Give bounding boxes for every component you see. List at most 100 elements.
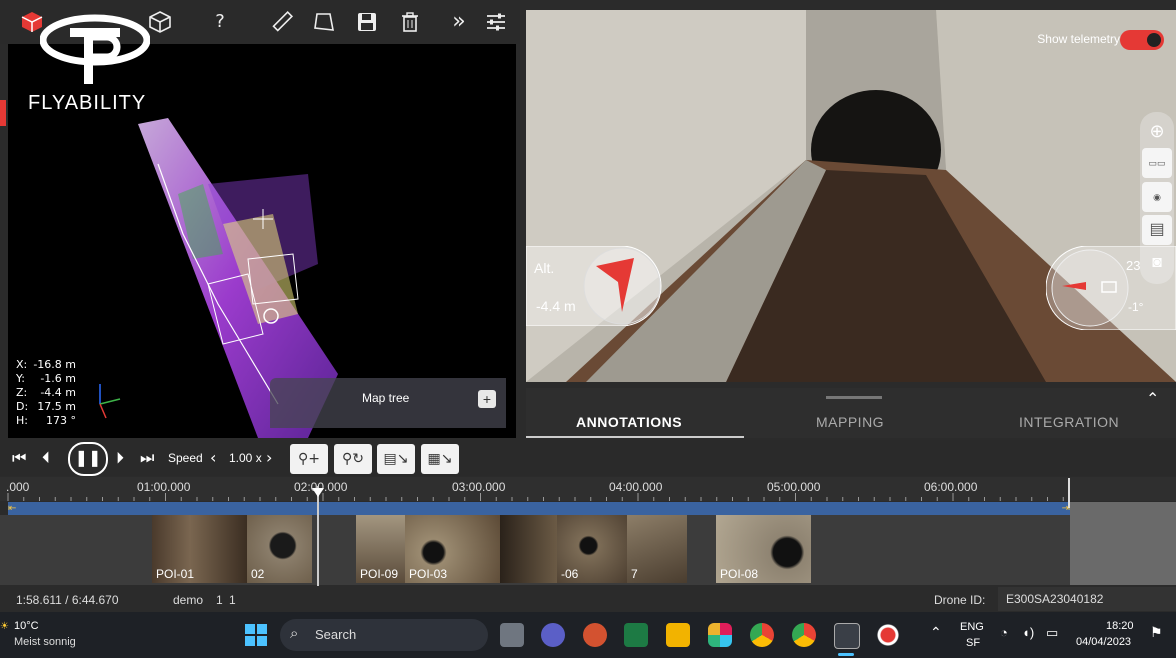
telemetry-toggle[interactable] bbox=[1120, 30, 1164, 50]
export-grid-button[interactable]: ▦↘ bbox=[421, 444, 459, 474]
step-back-icon[interactable]: ⏴ bbox=[42, 448, 50, 468]
poi-thumbnail[interactable]: 02 bbox=[247, 515, 312, 583]
poi-label: POI-03 bbox=[409, 567, 448, 581]
map-tree-panel[interactable]: Map tree + bbox=[270, 378, 506, 428]
tick-marks bbox=[7, 493, 1064, 501]
weather-temperature[interactable]: 10°C bbox=[14, 620, 39, 632]
taskbar-search-box[interactable]: ⌕ Search bbox=[280, 619, 488, 651]
teams-icon[interactable] bbox=[541, 623, 565, 647]
volume-icon[interactable]: ◖) bbox=[1022, 625, 1034, 640]
coord-x-value: -16.8 m bbox=[33, 358, 76, 371]
drone-id-value: E300SA23040182 bbox=[998, 587, 1176, 611]
speed-decrease-icon[interactable]: ‹ bbox=[210, 448, 216, 468]
session-name: demo bbox=[173, 593, 204, 607]
tab-mapping[interactable]: MAPPING bbox=[816, 414, 884, 430]
pause-button[interactable]: ❚❚ bbox=[68, 442, 108, 476]
record-icon[interactable] bbox=[876, 623, 900, 647]
polygon-measure-icon[interactable] bbox=[312, 10, 336, 34]
heading-value: 23 bbox=[1126, 258, 1141, 273]
show-telemetry-label: Show telemetry bbox=[1037, 32, 1120, 46]
tick-label: 05:00.000 bbox=[767, 480, 821, 494]
poi-thumbnail[interactable]: POI-08 bbox=[716, 515, 811, 583]
poi-label: POI-01 bbox=[156, 567, 195, 581]
coord-h-value: 173 ° bbox=[46, 414, 76, 427]
clock-time[interactable]: 18:20 bbox=[1106, 620, 1134, 632]
timeline-end-line bbox=[1068, 478, 1070, 508]
side-marker bbox=[0, 100, 6, 126]
weather-condition[interactable]: Meist sonnig bbox=[14, 636, 76, 648]
powerpoint-icon[interactable] bbox=[583, 623, 607, 647]
track-start-marker-icon[interactable]: ⇤ bbox=[8, 503, 16, 514]
search-placeholder: Search bbox=[315, 627, 357, 642]
skip-end-icon[interactable]: ⏭ bbox=[140, 448, 154, 468]
bottom-panel-tabs: ⌃ ANNOTATIONS MAPPING INTEGRATION bbox=[526, 388, 1176, 438]
rgb-mode-icon[interactable]: ◉ bbox=[1142, 182, 1172, 212]
notification-icon[interactable]: ⚑ bbox=[1150, 624, 1163, 641]
speed-value: 1.00 x bbox=[229, 451, 262, 465]
playback-time: 1:58.611 / 6:44.670 bbox=[16, 593, 119, 607]
drag-handle[interactable] bbox=[826, 396, 882, 399]
windows-start-icon[interactable] bbox=[244, 623, 268, 652]
poi-thumbnail[interactable]: POI-09 bbox=[356, 515, 406, 583]
poi-thumbnail[interactable]: POI-03 bbox=[405, 515, 500, 583]
poi-thumbnail-strip: POI-01 02 POI-09 POI-03 -06 7 POI-08 bbox=[0, 515, 1070, 585]
sliders-icon[interactable] bbox=[484, 10, 508, 34]
chrome-icon[interactable] bbox=[750, 623, 774, 647]
battery-icon[interactable]: ▭ bbox=[1046, 625, 1058, 641]
session-count-1: 1 bbox=[216, 593, 223, 607]
inspector-app-icon[interactable] bbox=[834, 623, 860, 649]
task-view-icon[interactable] bbox=[500, 623, 524, 647]
tick-label: 06:00.000 bbox=[924, 480, 978, 494]
ir-mode-icon[interactable]: ▭▭ bbox=[1142, 148, 1172, 178]
tab-integration[interactable]: INTEGRATION bbox=[1019, 414, 1119, 430]
map-tree-add-button[interactable]: + bbox=[478, 390, 496, 408]
windows-taskbar: ☀ 10°C Meist sonnig ⌕ Search ⌃ ENG SF ◔ … bbox=[0, 612, 1176, 658]
clipboard-icon[interactable]: ▤ bbox=[1142, 215, 1172, 245]
step-forward-icon[interactable]: ⏵ bbox=[116, 448, 124, 468]
trash-icon[interactable] bbox=[398, 10, 422, 34]
language-primary[interactable]: ENG bbox=[960, 621, 984, 633]
map-tree-label: Map tree bbox=[362, 391, 410, 405]
ruler-icon[interactable] bbox=[270, 10, 294, 34]
tick-label: .000 bbox=[6, 480, 30, 494]
wifi-icon[interactable]: ◔ bbox=[1000, 625, 1008, 640]
altitude-gauge: Alt. -4.4 m bbox=[525, 245, 662, 327]
speed-increase-icon[interactable]: › bbox=[266, 448, 272, 468]
tray-chevron-icon[interactable]: ⌃ bbox=[930, 624, 942, 641]
poi-label: POI-08 bbox=[720, 567, 759, 581]
poi-thumbnail[interactable]: POI-01 bbox=[152, 515, 247, 583]
add-poi-area-button[interactable]: ⚲↻ bbox=[334, 444, 372, 474]
chrome-profile-icon[interactable] bbox=[792, 623, 816, 647]
help-icon[interactable]: ? bbox=[208, 10, 232, 34]
playhead-marker-icon[interactable] bbox=[312, 488, 324, 497]
slack-icon[interactable] bbox=[708, 623, 732, 647]
double-chevron-right-icon[interactable]: » bbox=[447, 10, 471, 34]
pitch-value: -1° bbox=[1128, 300, 1144, 314]
active-app-indicator bbox=[838, 653, 854, 656]
save-icon[interactable] bbox=[355, 10, 379, 34]
excel-icon[interactable] bbox=[624, 623, 648, 647]
timeline-track[interactable]: ⇤ ⇥ bbox=[8, 502, 1070, 515]
search-icon: ⌕ bbox=[290, 625, 299, 642]
poi-thumbnail[interactable] bbox=[500, 515, 557, 583]
file-explorer-icon[interactable] bbox=[666, 623, 690, 647]
altitude-label: Alt. bbox=[534, 260, 555, 276]
collapse-chevron-icon[interactable]: ⌃ bbox=[1146, 389, 1159, 409]
language-secondary[interactable]: SF bbox=[966, 637, 980, 649]
clock-date[interactable]: 04/04/2023 bbox=[1076, 636, 1131, 648]
poi-thumbnail[interactable]: -06 bbox=[557, 515, 627, 583]
weather-icon[interactable]: ☀ bbox=[0, 621, 9, 632]
add-poi-button[interactable]: ⚲+ bbox=[290, 444, 328, 474]
playhead[interactable] bbox=[317, 486, 319, 586]
tab-annotations[interactable]: ANNOTATIONS bbox=[576, 414, 682, 430]
coord-z-value: -4.4 m bbox=[40, 386, 76, 399]
export-report-button[interactable]: ▤↘ bbox=[377, 444, 415, 474]
timeline-ruler[interactable]: .000 01:00.000 02:00.000 03:00.000 04:00… bbox=[0, 477, 1176, 501]
poi-label: 7 bbox=[631, 567, 638, 581]
altitude-value: -4.4 m bbox=[536, 298, 576, 314]
skip-start-icon[interactable]: ⏮ bbox=[12, 448, 26, 468]
zoom-in-icon[interactable]: ⊕ bbox=[1142, 116, 1172, 146]
cube-outline-icon[interactable] bbox=[148, 10, 172, 34]
session-count-2: 1 bbox=[229, 593, 236, 607]
poi-thumbnail[interactable]: 7 bbox=[627, 515, 687, 583]
